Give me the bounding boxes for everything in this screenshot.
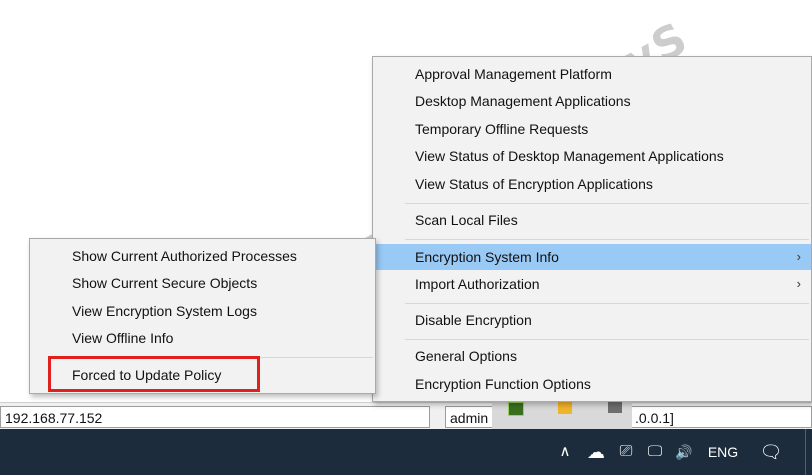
cloud-icon[interactable]: ☁ — [584, 429, 608, 475]
menu-item-show-secure-objects[interactable]: Show Current Secure Objects — [30, 270, 375, 296]
menu-item-desktop-management-applications[interactable]: Desktop Management Applications — [373, 88, 811, 114]
show-desktop-divider[interactable] — [805, 429, 806, 475]
menu-separator — [405, 239, 809, 240]
menu-separator — [405, 303, 809, 304]
user-field: admin — [445, 406, 493, 428]
submenu-arrow-icon: › — [796, 249, 801, 264]
speaker-icon[interactable]: 🔊 — [674, 429, 694, 475]
menu-item-scan-local-files[interactable]: Scan Local Files — [373, 207, 811, 233]
chevron-up-icon[interactable]: ∧ — [556, 429, 574, 475]
menu-item-view-status-encryption[interactable]: View Status of Encryption Applications — [373, 171, 811, 197]
menu-item-import-authorization[interactable]: Import Authorization › — [373, 271, 811, 297]
menu-item-show-authorized-processes[interactable]: Show Current Authorized Processes — [30, 243, 375, 269]
menu-separator — [405, 203, 809, 204]
menu-item-approval-management-platform[interactable]: Approval Management Platform — [373, 61, 811, 87]
annotation-highlight-box — [48, 356, 260, 392]
context-menu: Approval Management Platform Desktop Man… — [372, 56, 812, 402]
submenu-arrow-icon: › — [796, 276, 801, 291]
menu-item-general-options[interactable]: General Options — [373, 343, 811, 369]
language-indicator[interactable]: ENG — [704, 429, 742, 475]
taskbar: ∧ ☁ ⎚ 🖵 🔊 ENG 🗨 — [0, 429, 812, 475]
menu-item-view-encryption-logs[interactable]: View Encryption System Logs — [30, 298, 375, 324]
menu-item-encryption-system-info[interactable]: Encryption System Info › — [373, 244, 811, 270]
menu-item-temporary-offline-requests[interactable]: Temporary Offline Requests — [373, 116, 811, 142]
menu-item-disable-encryption[interactable]: Disable Encryption — [373, 307, 811, 333]
menu-item-view-status-desktop-management[interactable]: View Status of Desktop Management Applic… — [373, 143, 811, 169]
app-tray-icon-green[interactable] — [508, 402, 524, 416]
app-tray-icon-gray[interactable] — [608, 401, 622, 413]
ip-address-field: 192.168.77.152 — [0, 406, 430, 428]
menu-separator — [405, 339, 809, 340]
address-field: .0.0.1] — [630, 406, 812, 428]
menu-item-view-offline-info[interactable]: View Offline Info — [30, 325, 375, 351]
app-tray-icon-folder[interactable] — [558, 402, 572, 414]
notification-icon[interactable]: 🗨 — [758, 429, 784, 475]
camera-icon[interactable]: ⎚ — [616, 429, 636, 475]
network-icon[interactable]: 🖵 — [644, 429, 666, 475]
menu-item-encryption-function-options[interactable]: Encryption Function Options — [373, 371, 811, 397]
menu-item-label: Import Authorization — [415, 276, 540, 292]
menu-item-label: Encryption System Info — [415, 249, 559, 265]
